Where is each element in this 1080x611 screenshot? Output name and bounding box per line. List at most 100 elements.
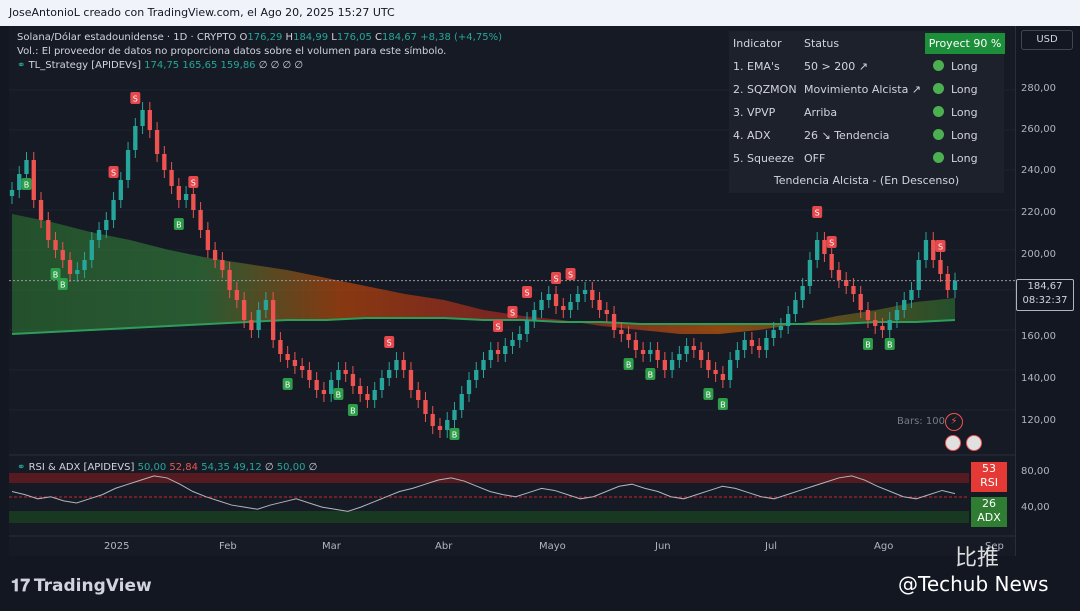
candle <box>539 300 544 310</box>
candle <box>916 260 921 290</box>
rsi-value-badge: 53 RSI <box>971 462 1007 492</box>
candle <box>735 350 740 360</box>
row-status: Movimiento Alcista ↗ <box>804 83 922 96</box>
candle <box>698 350 704 360</box>
rsi-overbought-zone <box>9 473 969 483</box>
candle <box>474 370 479 380</box>
rsi-panel-value: 50,00 <box>137 462 167 473</box>
candle <box>749 340 755 346</box>
candle <box>894 310 900 320</box>
candle <box>873 320 878 326</box>
us-flag-icon[interactable] <box>966 435 982 451</box>
candle <box>786 314 791 326</box>
candle <box>416 390 421 400</box>
candle <box>401 360 406 370</box>
candle <box>321 390 327 394</box>
candle <box>183 194 189 200</box>
rsi-oversold-zone <box>9 511 969 523</box>
signal-label: S <box>191 179 196 188</box>
candle <box>408 370 414 390</box>
candle <box>89 240 94 260</box>
candle <box>285 354 290 360</box>
candle <box>24 160 29 174</box>
candle <box>684 346 689 354</box>
rsi-panel-value: 54,35 <box>201 462 230 473</box>
candle <box>17 174 22 190</box>
candle <box>923 240 929 260</box>
candle <box>568 302 573 310</box>
signal-label: B <box>350 407 356 416</box>
legend-row-strategy[interactable]: ⚭ TL_Strategy [APIDEVs] 174,75 165,65 15… <box>17 59 502 73</box>
candle <box>336 370 341 380</box>
candle <box>358 386 363 394</box>
rsi-panel-legend[interactable]: ⚭ RSI & ADX [APIDEVS] 50,00 52,84 54,35 … <box>17 462 317 473</box>
candle <box>626 334 631 340</box>
candle <box>96 230 102 240</box>
candle <box>133 126 138 150</box>
rsi-panel-value: 52,84 <box>169 462 199 473</box>
candle <box>82 260 87 270</box>
rsi-panel-value: 49,12 <box>233 462 262 473</box>
row-status: 50 > 200 ↗ <box>804 60 868 73</box>
candle <box>902 300 907 310</box>
rsi-label: RSI <box>980 476 998 489</box>
signal-dot-icon <box>933 106 944 117</box>
candle <box>597 300 602 310</box>
legend-close: 184,67 <box>382 32 418 43</box>
candle <box>756 346 762 350</box>
signal-label: B <box>53 271 59 280</box>
us-flag-icon[interactable] <box>945 435 961 451</box>
candle <box>350 374 356 386</box>
candle <box>655 350 660 360</box>
candle <box>880 326 885 330</box>
time-tick: Abr <box>435 541 453 552</box>
rsi-panel-name: RSI & ADX [APIDEVS] <box>28 462 135 473</box>
candle <box>372 390 377 400</box>
candle <box>561 306 566 310</box>
candle <box>234 290 240 300</box>
signal-label: B <box>60 281 66 290</box>
currency-button[interactable]: USD <box>1021 30 1073 50</box>
candle <box>677 354 682 360</box>
price-tick: 120,00 <box>1021 415 1056 426</box>
lightning-icon[interactable]: ⚡ <box>945 413 963 431</box>
candle <box>822 240 827 254</box>
trend-summary: Tendencia Alcista - (En Descenso) <box>773 174 960 187</box>
candle <box>31 160 36 200</box>
candle <box>713 370 718 374</box>
candle <box>771 330 776 338</box>
table-row: 4. ADX 26 ↘ Tendencia Long <box>729 125 1004 145</box>
signal-label: B <box>24 181 30 190</box>
tradingview-logo[interactable]: 𝟏𝟕 TradingView <box>11 576 152 596</box>
candle <box>169 170 174 186</box>
candle <box>430 414 435 426</box>
candle <box>46 220 51 240</box>
table-row: 5. Squeeze OFF Long <box>729 148 1004 168</box>
candle <box>53 240 58 250</box>
candle <box>379 378 385 390</box>
signal-dot-icon <box>933 129 944 140</box>
row-signal: Long <box>951 152 978 165</box>
candle <box>640 350 646 354</box>
candle <box>227 270 232 290</box>
candle <box>619 330 624 334</box>
legend-volume-note: Vol.: El proveedor de datos no proporcio… <box>17 46 447 57</box>
signal-label: S <box>553 275 558 284</box>
candle <box>263 300 269 310</box>
table-row: 3. VPVP Arriba Long <box>729 102 1004 122</box>
signal-label: S <box>815 209 820 218</box>
candle <box>931 240 936 260</box>
candle <box>256 310 261 330</box>
legend-change: +8,38 (+4,75%) <box>420 32 502 43</box>
table-row: 2. SQZMON Movimiento Alcista ↗ Long <box>729 79 1004 99</box>
candle <box>125 150 131 180</box>
candle <box>648 350 653 354</box>
signal-label: B <box>176 221 182 230</box>
candle <box>365 394 370 400</box>
candle <box>662 360 668 370</box>
candle <box>299 366 305 370</box>
candle <box>314 380 319 390</box>
signal-label: S <box>829 239 834 248</box>
signal-label: B <box>336 391 342 400</box>
legend-row-symbol: Solana/Dólar estadounidense · 1D · CRYPT… <box>17 31 502 45</box>
